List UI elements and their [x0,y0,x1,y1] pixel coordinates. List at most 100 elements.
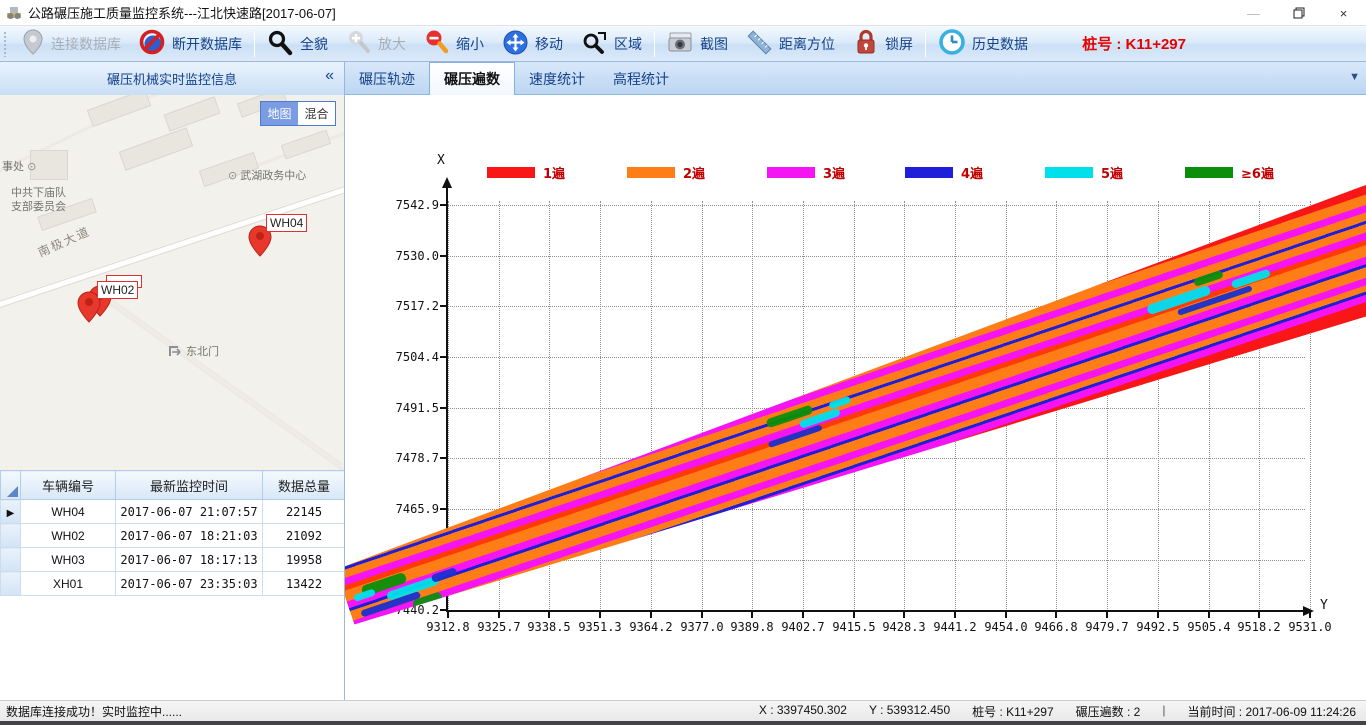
x-tick-mark [498,612,500,618]
map-button-map[interactable]: 地图 [261,102,298,125]
minimize-button[interactable]: — [1231,0,1276,26]
legend-item: 4遍 [905,165,983,179]
toolbar-history[interactable]: 历史数据 [929,28,1037,60]
distance-icon [746,29,773,59]
x-tick-label: 9531.0 [1284,620,1336,634]
overview-icon [267,29,294,59]
map-type-switch: 地图 混合 [260,101,336,126]
toolbar-overview[interactable]: 全貌 [258,28,337,60]
status-x-coordinate: X : 3397450.302 [759,703,847,720]
map-road [99,295,344,470]
selector-header[interactable] [1,471,21,500]
app-icon [6,5,22,21]
restore-icon [1293,7,1305,19]
screenshot-icon [667,29,694,59]
current-row-indicator-icon: ▶ [7,508,15,519]
legend-item: 5遍 [1045,165,1123,179]
toolbar-screenshot[interactable]: 截图 [658,28,737,60]
y-tick-label: 7491.5 [381,401,439,415]
x-tick-label: 9364.2 [625,620,677,634]
v-gridline [702,201,703,611]
close-button[interactable]: × [1321,0,1366,26]
x-axis-letter: Y [1320,598,1328,613]
region-icon [581,29,608,59]
x-tick-mark [650,612,652,618]
legend-item: 1遍 [487,165,565,179]
toolbar-connect-db: 连接数据库 [12,28,130,60]
left-panel: 事处 ⊙ 中共下庙队 支部委员会 ⊙ 武湖政务中心 南极大道 东北门 WH04 [0,95,345,700]
tab-elevation-stats[interactable]: 高程统计 [599,62,683,95]
x-tick-label: 9377.0 [676,620,728,634]
select-all-triangle-icon [7,486,18,497]
x-tick-label: 9505.4 [1183,620,1235,634]
h-gridline [447,560,1305,561]
toolbar-disconnect-db[interactable]: 断开数据库 [130,28,251,60]
gate-icon [168,345,182,358]
col-vehicle-id[interactable]: 车辆编号 [21,471,116,500]
connect-db-icon [21,29,45,58]
x-tick-mark [548,612,550,618]
x-tick-label: 9518.2 [1233,620,1285,634]
table-row[interactable]: XH01 2017-06-07 23:35:03 13422 [1,572,346,596]
toolbar-lock[interactable]: 锁屏 [844,28,922,60]
map-building [119,127,193,170]
pass-count-chart[interactable]: 1遍 2遍 3遍 4遍 5遍 ≥6遍 7542.97530.07517.2750… [345,95,1366,700]
x-tick-label: 9428.3 [878,620,930,634]
table-row[interactable]: WH02 2017-06-07 18:21:03 21092 [1,524,346,548]
x-tick-mark [802,612,804,618]
x-axis-arrow [1303,606,1314,616]
x-tick-label: 9325.7 [473,620,525,634]
map-button-hybrid[interactable]: 混合 [298,102,335,125]
x-tick-mark [954,612,956,618]
table-row[interactable]: ▶ WH04 2017-06-07 21:07:57 22145 [1,500,346,524]
v-gridline [651,201,652,611]
toolbar-distance[interactable]: 距离方位 [737,28,844,60]
restore-button[interactable] [1276,0,1321,26]
legend-item: ≥6遍 [1185,165,1274,179]
status-bar: 数据库连接成功！实时监控中...... X : 3397450.302 Y : … [0,700,1366,725]
tab-roll-passes[interactable]: 碾压遍数 [429,62,515,95]
pass-blob [353,588,376,602]
left-panel-header: 碾压机械实时监控信息 « [0,62,345,95]
v-gridline [752,201,753,611]
tab-overflow-dropdown-icon[interactable]: ▼ [1349,71,1360,83]
x-tick-mark [1157,612,1159,618]
tab-strip: 碾压机械实时监控信息 « 碾压轨迹 碾压遍数 速度统计 高程统计 ▼ [0,62,1366,95]
x-tick-mark [1055,612,1057,618]
y-axis-arrow [442,177,452,188]
y-tick-label: 7542.9 [381,198,439,212]
table-row[interactable]: WH03 2017-06-07 18:17:13 19958 [1,548,346,572]
zoom-in-icon [346,29,372,58]
y-tick-label: 7530.0 [381,249,439,263]
legend-swatch-6 [1185,167,1233,178]
x-tick-label: 9454.0 [980,620,1032,634]
toolbar-separator [654,31,655,57]
legend-swatch-3 [767,167,815,178]
left-panel-title: 碾压机械实时监控信息 [107,69,237,88]
legend-swatch-1 [487,167,535,178]
legend-swatch-2 [627,167,675,178]
lock-icon [853,28,879,59]
tab-speed-stats[interactable]: 速度统计 [515,62,599,95]
map-pin-label-wh04[interactable]: WH04 [266,214,307,232]
map-view[interactable]: 事处 ⊙ 中共下庙队 支部委员会 ⊙ 武湖政务中心 南极大道 东北门 WH04 [0,95,344,470]
col-last-monitor-time[interactable]: 最新监控时间 [116,471,263,500]
x-tick-mark [751,612,753,618]
x-tick-label: 9312.8 [422,620,474,634]
map-pin-label-wh02[interactable]: WH02 [97,281,138,299]
toolbar-zoom-out[interactable]: 缩小 [415,28,493,60]
toolbar-pan[interactable]: 移动 [493,28,572,60]
pass-blob [1193,270,1224,287]
collapse-panel-icon[interactable]: « [325,67,334,85]
toolbar-region[interactable]: 区域 [572,28,651,60]
vehicle-table: 车辆编号 最新监控时间 数据总量 ▶ WH04 2017-06-07 21:07… [0,470,345,596]
toolbar-separator [254,31,255,57]
status-current-time: 当前时间 : 2017-06-09 11:24:26 [1187,703,1356,720]
x-tick-mark [599,612,601,618]
title-bar: 公路碾压施工质量监控系统---江北快速路[2017-06-07] — × [0,0,1366,26]
tab-roll-track[interactable]: 碾压轨迹 [345,62,429,95]
main-content: 事处 ⊙ 中共下庙队 支部委员会 ⊙ 武湖政务中心 南极大道 东北门 WH04 [0,95,1366,700]
v-gridline [1107,201,1108,611]
x-axis-line [446,610,1306,612]
col-data-total[interactable]: 数据总量 [263,471,346,500]
